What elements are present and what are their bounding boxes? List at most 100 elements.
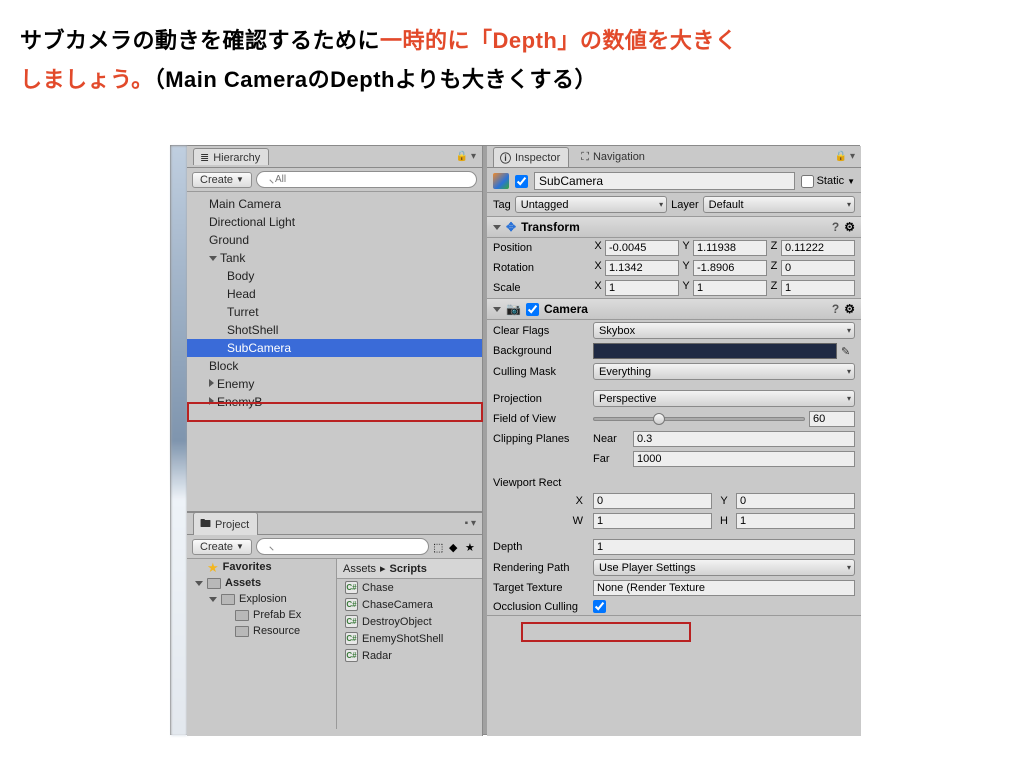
scale-y-field[interactable]: 1	[693, 280, 767, 296]
gameobject-icon[interactable]	[493, 173, 509, 189]
project-asset-row[interactable]: C#DestroyObject	[337, 613, 482, 630]
far-field[interactable]: 1000	[633, 451, 855, 467]
hierarchy-panel: ≣ Hierarchy 🔒 ▾ Create▼ Main CameraDirec…	[187, 146, 483, 511]
hierarchy-item[interactable]: Main Camera	[187, 195, 482, 213]
inspector-tab[interactable]: ⓘ Inspector	[493, 147, 569, 167]
far-label: Far	[593, 453, 629, 465]
hierarchy-item[interactable]: Turret	[187, 303, 482, 321]
transform-icon: ✥	[506, 220, 516, 234]
hierarchy-tab[interactable]: ≣ Hierarchy	[193, 148, 269, 165]
project-asset-row[interactable]: C#EnemyShotShell	[337, 630, 482, 647]
star-icon[interactable]: ★	[465, 541, 477, 553]
scale-x-field[interactable]: 1	[605, 280, 679, 296]
hierarchy-item[interactable]: Tank	[187, 249, 482, 267]
project-search-input[interactable]	[256, 538, 429, 555]
inspector-lock[interactable]: 🔒 ▾	[835, 151, 855, 162]
project-folder-row[interactable]: Prefab Ex	[187, 607, 336, 623]
hierarchy-item[interactable]: SubCamera	[187, 339, 482, 357]
project-tab[interactable]: 🖿 Project	[193, 512, 258, 535]
project-folders-column[interactable]: ★FavoritesAssetsExplosionPrefab ExResour…	[187, 559, 337, 729]
fov-field[interactable]: 60	[809, 411, 855, 427]
project-breadcrumb[interactable]: Assets ▸ Scripts	[337, 559, 482, 579]
hierarchy-create-button[interactable]: Create▼	[192, 172, 252, 188]
hierarchy-item-label: Body	[227, 269, 254, 283]
scale-z-field[interactable]: 1	[781, 280, 855, 296]
clipping-planes-label: Clipping Planes	[493, 433, 589, 445]
scale-label: Scale	[493, 282, 589, 294]
project-create-button[interactable]: Create▼	[192, 539, 252, 555]
camera-header[interactable]: 📷 Camera ? ⚙	[487, 299, 861, 320]
tag-dropdown[interactable]: Untagged	[515, 196, 667, 213]
rotation-y-field[interactable]: -1.8906	[693, 260, 767, 276]
rotation-z-field[interactable]: 0	[781, 260, 855, 276]
hierarchy-item-label: Head	[227, 287, 256, 301]
depth-field[interactable]: 1	[593, 539, 855, 555]
near-field[interactable]: 0.3	[633, 431, 855, 447]
project-assets-column[interactable]: Assets ▸ Scripts C#ChaseC#ChaseCameraC#D…	[337, 559, 482, 729]
static-checkbox[interactable]	[801, 175, 814, 188]
crumb-assets[interactable]: Assets	[343, 563, 376, 575]
folder-label: Favorites	[223, 561, 272, 573]
project-asset-row[interactable]: C#Chase	[337, 579, 482, 596]
project-folder-row[interactable]: ★Favorites	[187, 559, 336, 575]
fov-slider[interactable]	[593, 417, 805, 421]
hierarchy-item-label: Enemy	[217, 377, 254, 391]
hierarchy-item[interactable]: ShotShell	[187, 321, 482, 339]
occlusion-culling-checkbox[interactable]	[593, 600, 606, 613]
folder-icon	[221, 594, 235, 605]
hierarchy-item[interactable]: Ground	[187, 231, 482, 249]
hierarchy-tree[interactable]: Main CameraDirectional LightGroundTank Bo…	[187, 192, 482, 492]
camera-enabled-checkbox[interactable]	[526, 303, 539, 316]
position-y-field[interactable]: 1.11938	[693, 240, 767, 256]
transform-header[interactable]: ✥ Transform ? ⚙	[487, 217, 861, 238]
help-icon[interactable]: ?	[832, 220, 839, 234]
filter-icon[interactable]: ⬚	[433, 541, 445, 553]
camera-icon: 📷	[506, 302, 521, 316]
hierarchy-item[interactable]: Enemy	[187, 375, 482, 393]
project-folder-row[interactable]: Explosion	[187, 591, 336, 607]
position-z-field[interactable]: 0.11222	[781, 240, 855, 256]
project-folder-row[interactable]: Resource	[187, 623, 336, 639]
layer-dropdown[interactable]: Default	[703, 196, 855, 213]
caption-line2b: （Main CameraのDepthよりも大きくする）	[154, 67, 597, 92]
gameobject-active-checkbox[interactable]	[515, 175, 528, 188]
hierarchy-search-input[interactable]	[256, 171, 477, 188]
hierarchy-item[interactable]: Body	[187, 267, 482, 285]
gear-icon[interactable]: ⚙	[844, 302, 855, 316]
panel-options[interactable]: ▪ ▾	[465, 518, 476, 529]
projection-dropdown[interactable]: Perspective	[593, 390, 855, 407]
position-x-field[interactable]: -0.0045	[605, 240, 679, 256]
hierarchy-item[interactable]: Directional Light	[187, 213, 482, 231]
label-icon[interactable]: ◆	[449, 541, 461, 553]
project-asset-row[interactable]: C#ChaseCamera	[337, 596, 482, 613]
hierarchy-item-label: SubCamera	[227, 341, 291, 355]
gameobject-name-field[interactable]: SubCamera	[534, 172, 795, 190]
project-folder-row[interactable]: Assets	[187, 575, 336, 591]
gear-icon[interactable]: ⚙	[844, 220, 855, 234]
rotation-x-field[interactable]: 1.1342	[605, 260, 679, 276]
depth-label: Depth	[493, 541, 589, 553]
project-asset-row[interactable]: C#Radar	[337, 647, 482, 664]
tag-layer-row: Tag Untagged Layer Default	[487, 193, 861, 217]
project-panel: 🖿 Project ▪ ▾ Create▼ ⬚ ◆ ★ ★FavoritesAs…	[187, 511, 483, 736]
hierarchy-item[interactable]: EnemyB	[187, 393, 482, 411]
culling-mask-dropdown[interactable]: Everything	[593, 363, 855, 380]
eyedropper-icon[interactable]: ✎	[841, 345, 855, 358]
clear-flags-dropdown[interactable]: Skybox	[593, 322, 855, 339]
hierarchy-item[interactable]: Block	[187, 357, 482, 375]
background-color-field[interactable]	[593, 343, 837, 359]
rendering-path-dropdown[interactable]: Use Player Settings	[593, 559, 855, 576]
crumb-scripts[interactable]: Scripts	[390, 563, 427, 575]
help-icon[interactable]: ?	[832, 302, 839, 316]
viewport-y-field[interactable]: 0	[736, 493, 855, 509]
background-label: Background	[493, 345, 589, 357]
viewport-x-field[interactable]: 0	[593, 493, 712, 509]
hierarchy-item[interactable]: Head	[187, 285, 482, 303]
folder-icon	[235, 610, 249, 621]
viewport-w-field[interactable]: 1	[593, 513, 712, 529]
viewport-h-field[interactable]: 1	[736, 513, 855, 529]
target-texture-field[interactable]: None (Render Texture	[593, 580, 855, 596]
panel-lock[interactable]: 🔒 ▾	[456, 151, 476, 162]
navigation-tab[interactable]: ⛶ Navigation	[575, 149, 653, 165]
near-label: Near	[593, 433, 629, 445]
